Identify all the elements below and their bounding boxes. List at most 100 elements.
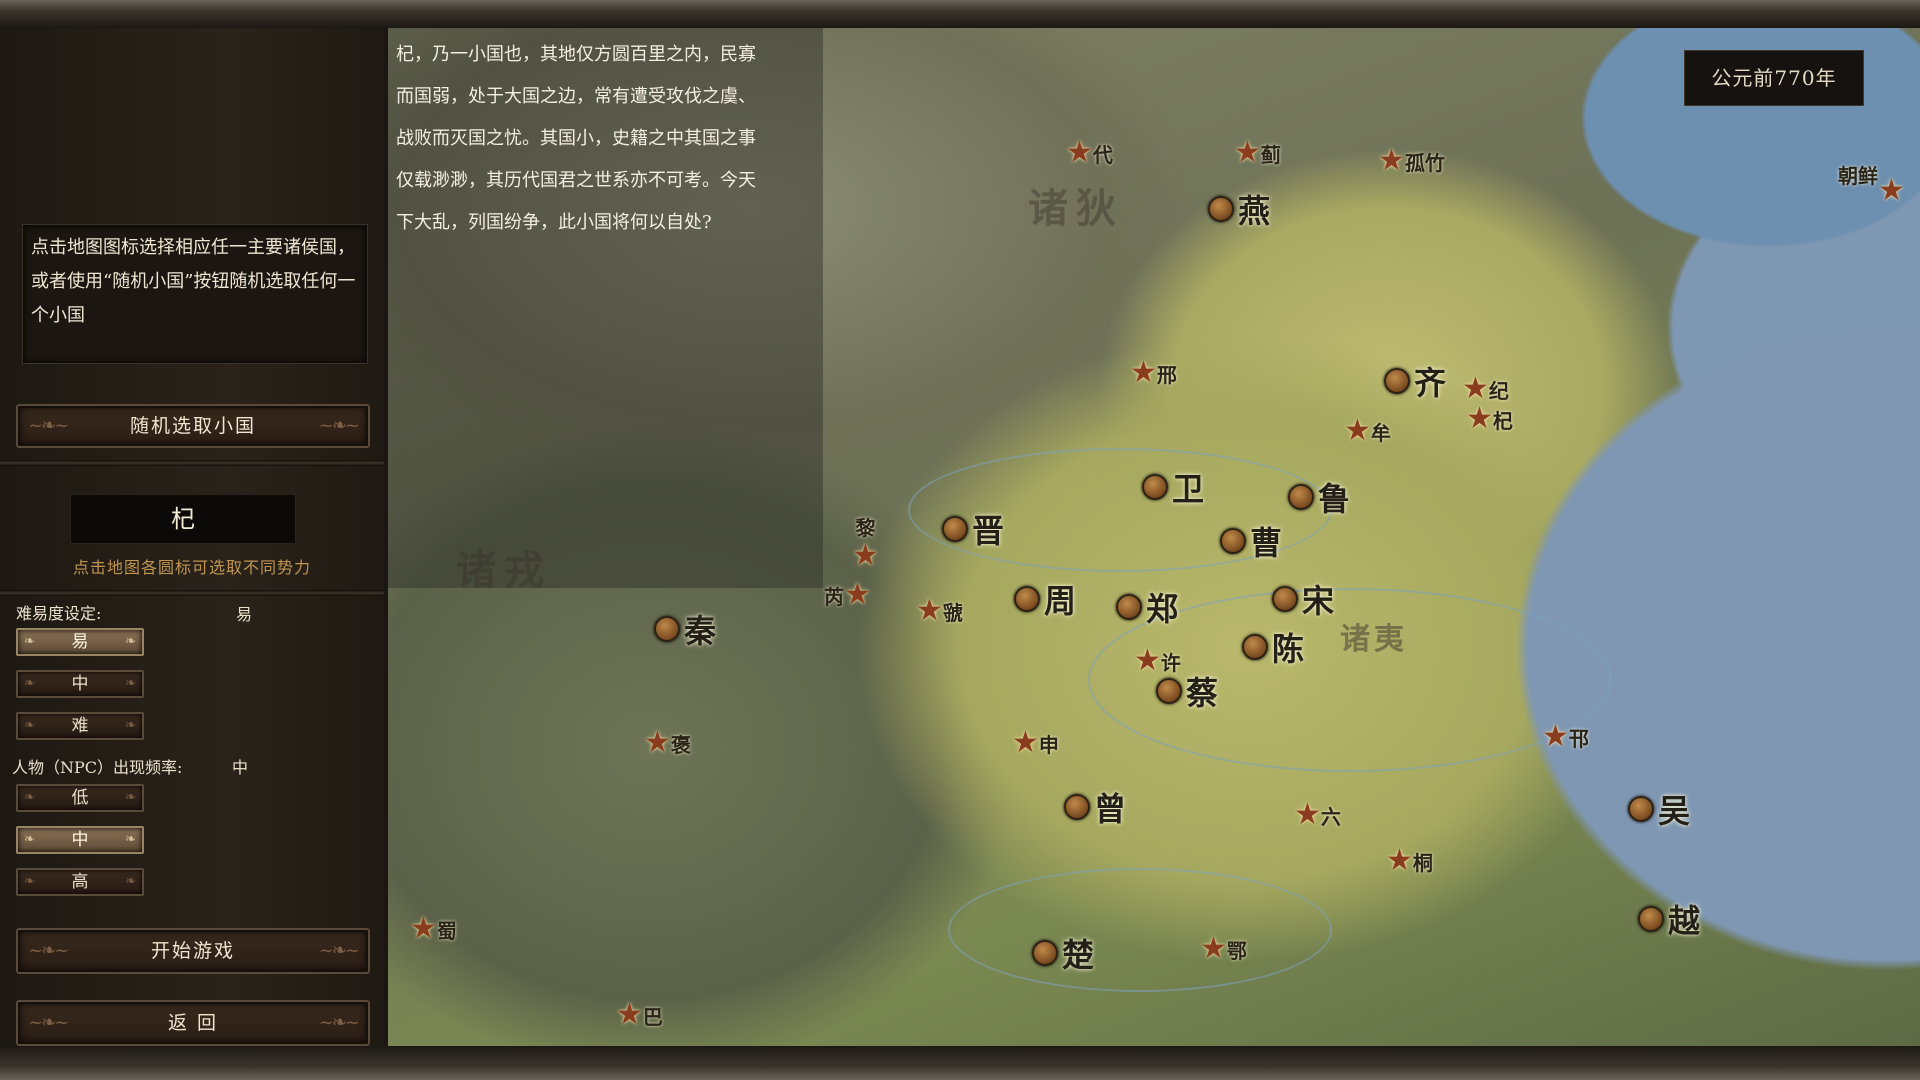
star-icon: ★: [1344, 413, 1371, 448]
minor-state-dai[interactable]: ★ 代: [1066, 138, 1113, 168]
start-button-label: 开始游戏: [150, 940, 235, 962]
state-marker-yue[interactable]: 越: [1638, 896, 1700, 942]
npc-high-button[interactable]: ❧ 高 ❧: [16, 868, 144, 896]
state-name: 曾: [1094, 790, 1127, 828]
minor-state-ji[interactable]: ★ 蓟: [1234, 138, 1281, 168]
ornament-icon: ~❧~: [28, 415, 69, 436]
state-marker-zhou[interactable]: 周: [1014, 576, 1076, 622]
instruction-text: 点击地图图标选择相应任一主要诸侯国，或者使用“随机小国”按钮随机选取任何一个小国: [22, 224, 368, 364]
state-marker-lu[interactable]: 鲁: [1288, 474, 1350, 520]
ornament-icon: ~❧~: [28, 1012, 69, 1033]
region-label-zhuyi: 诸夷: [1340, 622, 1408, 657]
state-marker-qin[interactable]: 秦: [654, 606, 716, 652]
ornament-icon: ~❧~: [318, 940, 360, 961]
star-icon: ★: [1134, 643, 1161, 678]
bottom-frame-border: [0, 1046, 1920, 1080]
minor-state-liu[interactable]: ★ 六: [1294, 800, 1341, 830]
state-dot-icon: [1156, 678, 1182, 704]
ornament-icon: ~❧~: [318, 415, 360, 436]
state-marker-cao[interactable]: 曹: [1220, 518, 1282, 564]
state-marker-yan[interactable]: 燕: [1208, 186, 1270, 232]
state-marker-qi[interactable]: 齐: [1384, 358, 1446, 404]
state-dot-icon: [1220, 528, 1246, 554]
top-frame-border: [0, 0, 1920, 28]
state-name: 宋: [1302, 582, 1335, 620]
state-name: 吴: [1658, 792, 1691, 830]
state-name: 越: [1668, 902, 1701, 940]
minor-state-name: 孤竹: [1404, 150, 1445, 175]
minor-state-chaoxian[interactable]: ★ 朝鲜: [1838, 142, 1905, 206]
state-dot-icon: [1638, 906, 1664, 932]
npc-frequency-current-value: 中: [232, 758, 249, 777]
minor-state-name: 杞: [1492, 408, 1513, 433]
minor-state-name: 邗: [1568, 726, 1589, 751]
minor-state-e[interactable]: ★ 鄂: [1200, 934, 1247, 964]
minor-state-name: 芮: [824, 584, 844, 609]
minor-state-name: 褒: [670, 732, 691, 757]
state-dot-icon: [1032, 940, 1058, 966]
difficulty-medium-button[interactable]: ❧ 中 ❧: [16, 670, 144, 698]
state-marker-jin[interactable]: 晋: [942, 506, 1004, 552]
ornament-icon: ~❧~: [318, 1012, 360, 1033]
ornament-icon: ❧: [24, 874, 35, 889]
state-marker-wei[interactable]: 卫: [1142, 464, 1204, 510]
minor-state-name: 邢: [1156, 362, 1177, 387]
button-label: 中: [71, 830, 89, 850]
minor-state-qi-selected[interactable]: ★ 杞: [1466, 404, 1513, 434]
difficulty-easy-button[interactable]: ❧ 易 ❧: [16, 628, 144, 656]
random-button-label: 随机选取小国: [129, 415, 256, 437]
npc-medium-button[interactable]: ❧ 中 ❧: [16, 826, 144, 854]
state-marker-wu[interactable]: 吴: [1628, 786, 1690, 832]
state-marker-zheng[interactable]: 郑: [1116, 584, 1178, 630]
panel-divider: [0, 590, 384, 596]
state-dot-icon: [1272, 586, 1298, 612]
start-game-button[interactable]: ~❧~ 开始游戏 ~❧~: [16, 928, 370, 974]
minor-state-name: 朝鲜: [1838, 163, 1878, 188]
minor-state-xing[interactable]: ★ 邢: [1130, 358, 1177, 388]
star-icon: ★: [1542, 719, 1569, 754]
npc-low-button[interactable]: ❧ 低 ❧: [16, 784, 144, 812]
state-marker-chen[interactable]: 陈: [1242, 624, 1304, 670]
minor-state-han[interactable]: ★ 邗: [1542, 722, 1589, 752]
star-icon: ★: [1466, 401, 1493, 436]
minor-state-guzhu[interactable]: ★ 孤竹: [1378, 146, 1445, 176]
ornament-icon: ❧: [24, 676, 35, 691]
ornament-icon: ~❧~: [28, 940, 69, 961]
star-icon: ★: [1878, 173, 1905, 208]
minor-state-ji-state[interactable]: ★ 纪: [1462, 374, 1509, 404]
minor-state-tong[interactable]: ★ 桐: [1386, 846, 1433, 876]
minor-state-bao[interactable]: ★ 褒: [644, 728, 691, 758]
difficulty-hard-button[interactable]: ❧ 难 ❧: [16, 712, 144, 740]
description-line: 下大乱，列国纷争，此小国将何以自处?: [396, 212, 712, 233]
star-icon: ★: [1294, 797, 1321, 832]
minor-state-shu[interactable]: ★ 蜀: [410, 914, 457, 944]
npc-frequency-label: 人物（NPC）出现频率:: [12, 758, 183, 777]
minor-state-name: 蜀: [436, 918, 457, 943]
description-line: 而国弱，处于大国之边，常有遭受攻伐之虞、: [396, 86, 756, 107]
state-marker-chu[interactable]: 楚: [1032, 930, 1094, 976]
ornament-icon: ❧: [125, 832, 136, 847]
state-marker-song[interactable]: 宋: [1272, 576, 1334, 622]
state-dot-icon: [1064, 794, 1090, 820]
minor-state-name: 许: [1160, 650, 1181, 675]
minor-state-rui[interactable]: 芮 ★: [824, 580, 871, 610]
state-name: 晋: [972, 512, 1005, 550]
state-name: 周: [1044, 582, 1077, 620]
state-dot-icon: [1628, 796, 1654, 822]
star-icon: ★: [1012, 725, 1039, 760]
state-name: 卫: [1172, 470, 1205, 508]
world-map[interactable]: 诸狄 诸戎 诸夷 燕 齐 卫 鲁 晋 曹 周 郑 宋 秦 陈 蔡 曾 楚 吴 越…: [388, 28, 1920, 1046]
star-icon: ★: [616, 997, 643, 1032]
region-label-zhudi: 诸狄: [1028, 185, 1124, 232]
minor-state-ba[interactable]: ★ 巴: [616, 1000, 663, 1030]
minor-state-shen[interactable]: ★ 申: [1012, 728, 1059, 758]
star-icon: ★: [844, 577, 871, 612]
minor-state-guo[interactable]: ★ 虢: [916, 596, 963, 626]
random-minor-state-button[interactable]: ~❧~ 随机选取小国 ~❧~: [16, 404, 370, 448]
button-label: 高: [71, 872, 89, 892]
back-button[interactable]: ~❧~ 返 回 ~❧~: [16, 1000, 370, 1046]
minor-state-li[interactable]: ★ 黎: [852, 512, 879, 571]
state-marker-zeng[interactable]: 曾: [1064, 784, 1126, 830]
minor-state-xu[interactable]: ★ 许: [1134, 646, 1181, 676]
minor-state-mou[interactable]: ★ 牟: [1344, 416, 1391, 446]
